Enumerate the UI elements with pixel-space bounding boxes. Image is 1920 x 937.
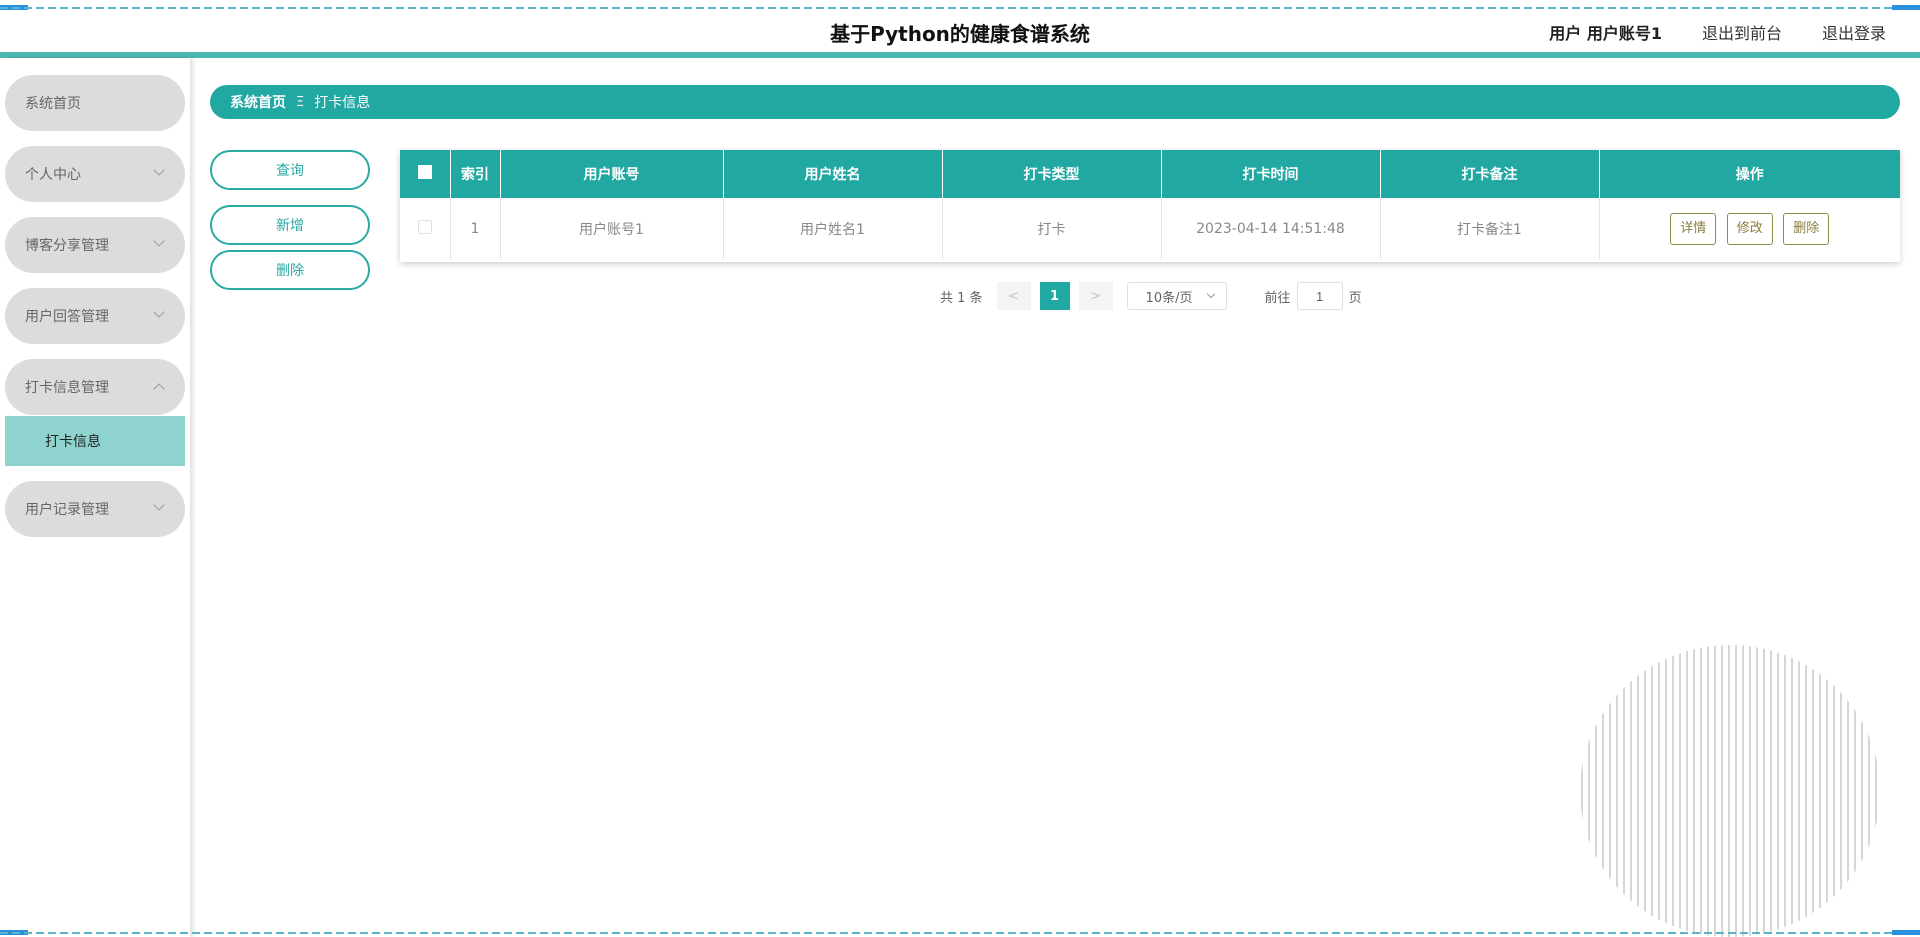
chevron-down-icon — [153, 235, 165, 247]
cell-index: 1 — [450, 198, 501, 260]
column-header-time: 打卡时间 — [1161, 150, 1381, 198]
chevron-down-icon — [153, 499, 165, 511]
cell-note: 打卡备注1 — [1380, 198, 1600, 260]
sidebar-subitem-label: 打卡信息 — [45, 434, 101, 450]
sidebar-item-label: 用户回答管理 — [25, 309, 109, 325]
data-table: 索引 用户账号 用户姓名 打卡类型 打卡时间 打卡备注 操作 1 用户账号1 用… — [400, 150, 1900, 262]
row-checkbox[interactable] — [417, 220, 432, 234]
footer-dashed-line — [0, 932, 1920, 934]
sidebar-item-blog-share[interactable]: 博客分享管理 — [5, 217, 185, 273]
sidebar-subitem-checkin-info[interactable]: 打卡信息 — [5, 416, 185, 466]
query-button[interactable]: 查询 — [210, 150, 370, 190]
cell-name: 用户姓名1 — [723, 198, 943, 260]
back-to-front-link[interactable]: 退出到前台 — [1702, 20, 1782, 44]
select-all-header[interactable] — [400, 150, 451, 198]
breadcrumb-home[interactable]: 系统首页 — [230, 92, 286, 112]
prev-page-button[interactable]: < — [996, 282, 1031, 310]
chevron-up-icon — [153, 383, 165, 395]
current-user: 用户 用户账号1 — [1549, 20, 1662, 44]
delete-button[interactable]: 删除 — [210, 250, 370, 290]
sidebar-item-label: 系统首页 — [25, 96, 81, 112]
page-size-select[interactable]: 10条/页 — [1126, 282, 1227, 310]
sidebar-item-label: 打卡信息管理 — [25, 380, 109, 396]
breadcrumb-current: 打卡信息 — [314, 95, 371, 111]
sidebar-item-label: 博客分享管理 — [25, 238, 109, 254]
column-header-name: 用户姓名 — [723, 150, 943, 198]
column-header-account: 用户账号 — [500, 150, 724, 198]
header-corner-right — [1892, 5, 1920, 10]
page-suffix: 页 — [1348, 290, 1362, 306]
chevron-down-icon — [153, 164, 165, 176]
column-header-index: 索引 — [450, 150, 501, 198]
sidebar-item-label: 用户记录管理 — [25, 502, 109, 518]
table-header-row: 索引 用户账号 用户姓名 打卡类型 打卡时间 打卡备注 操作 — [400, 150, 1900, 198]
top-bar: 基于Python的健康食谱系统 用户 用户账号1 退出到前台 退出登录 — [0, 0, 1920, 58]
sidebar-item-user-records[interactable]: 用户记录管理 — [5, 481, 185, 537]
column-header-operations: 操作 — [1599, 150, 1900, 198]
select-all-checkbox[interactable] — [417, 165, 432, 179]
sidebar: 系统首页 个人中心 博客分享管理 用户回答管理 打卡信息管理 打卡信息 用户记录… — [0, 58, 190, 937]
sidebar-item-home[interactable]: 系统首页 — [5, 75, 185, 131]
pagination: 共 1 条 < 1 > 10条/页 前往 页 — [940, 282, 1362, 310]
cell-account: 用户账号1 — [500, 198, 724, 260]
logout-link[interactable]: 退出登录 — [1822, 20, 1886, 44]
chevron-down-icon — [1206, 289, 1215, 299]
goto-page-input[interactable] — [1296, 282, 1343, 310]
header-dashed-line — [0, 7, 1920, 9]
footer-corner-right — [1892, 930, 1920, 935]
row-select-cell[interactable] — [400, 198, 451, 260]
column-header-type: 打卡类型 — [942, 150, 1162, 198]
add-button[interactable]: 新增 — [210, 205, 370, 245]
cell-time: 2023-04-14 14:51:48 — [1161, 198, 1381, 260]
breadcrumb: 系统首页 Ξ 打卡信息 — [210, 85, 1900, 119]
column-header-note: 打卡备注 — [1380, 150, 1600, 198]
edit-button[interactable]: 修改 — [1726, 213, 1773, 245]
header-actions: 用户 用户账号1 退出到前台 退出登录 — [1549, 20, 1886, 44]
sidebar-item-label: 个人中心 — [25, 167, 81, 183]
user-name: 用户账号1 — [1586, 24, 1662, 43]
sidebar-item-user-answers[interactable]: 用户回答管理 — [5, 288, 185, 344]
header-band — [0, 52, 1920, 58]
table-row: 1 用户账号1 用户姓名1 打卡 2023-04-14 14:51:48 打卡备… — [400, 198, 1900, 260]
cell-type: 打卡 — [942, 198, 1162, 260]
cell-operations: 详情 修改 删除 — [1599, 198, 1900, 260]
pagination-total: 共 1 条 — [940, 290, 983, 306]
decorative-striped-circle — [1581, 645, 1877, 937]
sidebar-item-checkin-management[interactable]: 打卡信息管理 — [5, 359, 185, 415]
next-page-button[interactable]: > — [1078, 282, 1113, 310]
page-number-current[interactable]: 1 — [1039, 282, 1070, 310]
detail-button[interactable]: 详情 — [1670, 213, 1717, 245]
row-delete-button[interactable]: 删除 — [1783, 213, 1830, 245]
page-size-value: 10条/页 — [1145, 290, 1193, 306]
user-prefix: 用户 — [1549, 24, 1582, 43]
sidebar-item-personal-center[interactable]: 个人中心 — [5, 146, 185, 202]
goto-label: 前往 — [1264, 290, 1291, 306]
chevron-down-icon — [153, 306, 165, 318]
breadcrumb-separator: Ξ — [296, 94, 305, 110]
